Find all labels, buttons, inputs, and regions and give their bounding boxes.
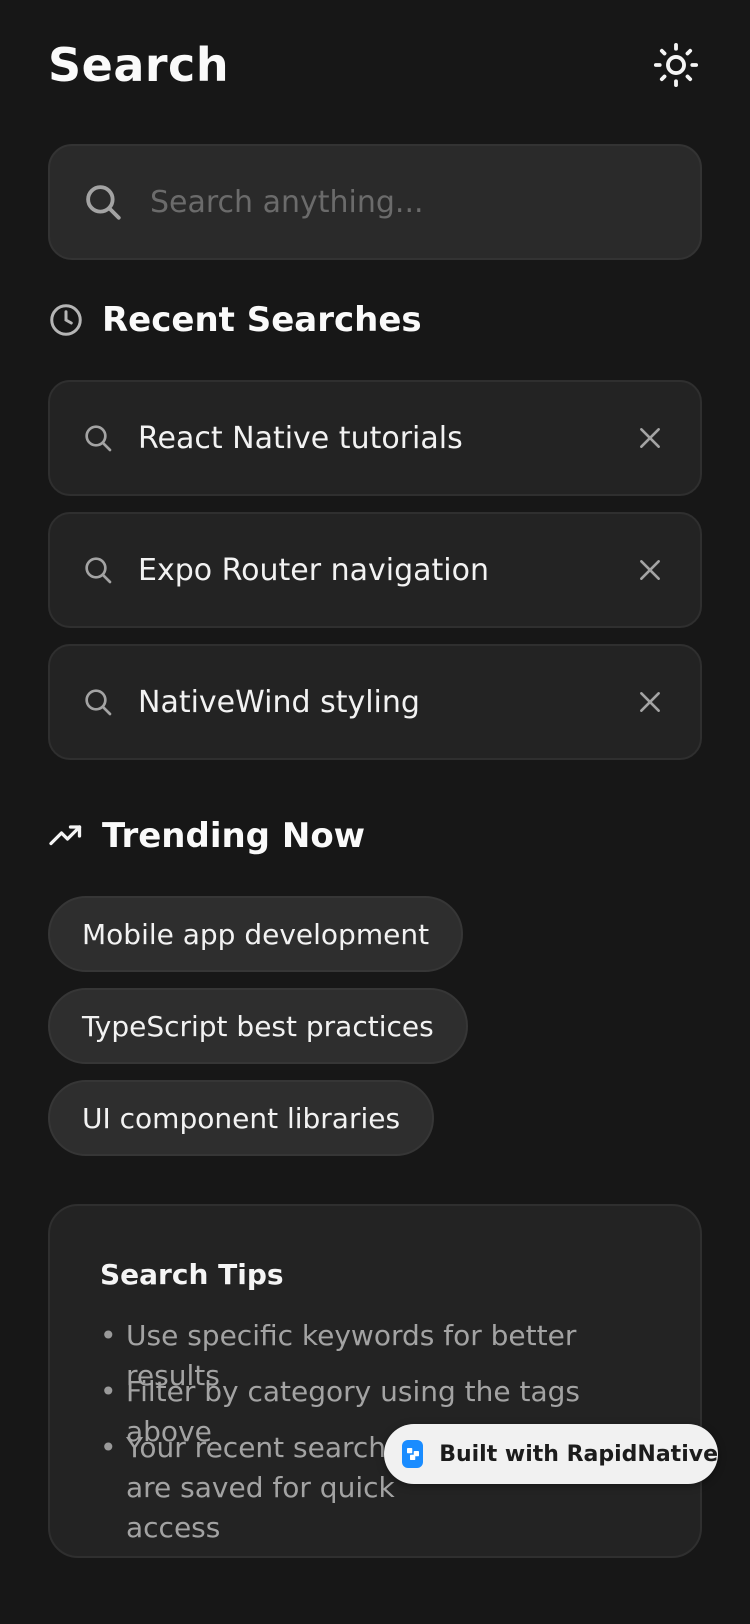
- trending-chip[interactable]: TypeScript best practices: [48, 988, 468, 1064]
- recent-search-label: NativeWind styling: [138, 684, 420, 720]
- trending-chip[interactable]: UI component libraries: [48, 1080, 435, 1156]
- recent-searches-title: Recent Searches: [102, 300, 422, 340]
- search-bar[interactable]: [48, 144, 702, 260]
- recent-search-item[interactable]: Expo Router navigation: [48, 512, 702, 628]
- search-icon: [85, 425, 112, 452]
- search-input[interactable]: [150, 184, 650, 220]
- recent-search-item[interactable]: NativeWind styling: [48, 644, 702, 760]
- built-with-badge[interactable]: Built with RapidNative: [384, 1424, 718, 1484]
- close-icon: [640, 560, 660, 580]
- trending-heading: Trending Now: [48, 806, 365, 866]
- tip-bullet: •: [100, 1431, 117, 1464]
- search-icon: [86, 185, 121, 220]
- remove-recent-button[interactable]: [632, 420, 668, 456]
- remove-recent-button[interactable]: [632, 552, 668, 588]
- remove-recent-button[interactable]: [632, 684, 668, 720]
- tips-title: Search Tips: [100, 1258, 284, 1291]
- tip-bullet: •: [100, 1375, 117, 1408]
- trending-chip[interactable]: Mobile app development: [48, 896, 464, 972]
- close-icon: [640, 428, 660, 448]
- recent-searches-heading: Recent Searches: [48, 290, 422, 350]
- header: Search: [48, 34, 702, 96]
- sun-icon: [653, 42, 699, 88]
- search-icon: [85, 689, 112, 716]
- trending-title: Trending Now: [102, 816, 366, 856]
- search-icon: [85, 557, 112, 584]
- recent-search-label: React Native tutorials: [138, 420, 463, 456]
- recent-search-item[interactable]: React Native tutorials: [48, 380, 702, 496]
- rapidnative-logo-icon: [402, 1440, 424, 1468]
- search-tips-card: Search Tips • Use specific keywords for …: [48, 1204, 702, 1558]
- tip-bullet: •: [100, 1319, 117, 1352]
- theme-toggle-button[interactable]: [650, 39, 702, 91]
- page-title: Search: [48, 38, 230, 92]
- recent-search-label: Expo Router navigation: [138, 552, 489, 588]
- clock-icon: [50, 304, 82, 336]
- search-screen: Search Recent Sear: [0, 0, 750, 1624]
- close-icon: [640, 692, 660, 712]
- trending-up-icon: [49, 825, 82, 846]
- badge-label: Built with RapidNative: [439, 1441, 718, 1467]
